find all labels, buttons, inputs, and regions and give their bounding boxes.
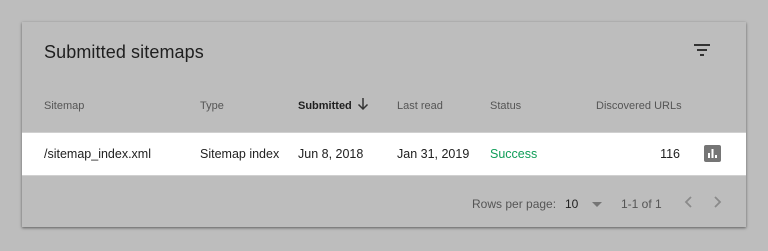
bar-chart-icon[interactable]	[704, 145, 721, 162]
rows-per-page-value: 10	[565, 197, 579, 211]
filter-icon	[694, 44, 710, 56]
card-title: Submitted sitemaps	[44, 42, 204, 62]
arrow-down-icon[interactable]	[356, 96, 370, 112]
chevron-down-icon	[592, 202, 602, 207]
column-header-last-read[interactable]: Last read	[397, 100, 443, 112]
column-header-submitted[interactable]: Submitted	[298, 100, 352, 112]
chevron-right-icon[interactable]	[709, 193, 725, 211]
rows-per-page-label: Rows per page:	[472, 197, 557, 211]
column-header-type[interactable]: Type	[200, 100, 224, 112]
pagination-range: 1-1 of 1	[621, 197, 662, 211]
column-header-discovered-urls[interactable]: Discovered URLs	[596, 100, 682, 112]
cell-type: Sitemap index	[200, 147, 280, 161]
cell-last-read: Jan 31, 2019	[397, 147, 470, 161]
column-header-status[interactable]: Status	[490, 100, 521, 112]
table-row[interactable]: /sitemap_index.xml Sitemap index Jun 8, …	[22, 132, 746, 176]
filter-button[interactable]	[690, 38, 714, 62]
cell-discovered-urls: 116	[660, 147, 680, 161]
cell-status: Success	[490, 147, 538, 161]
cell-submitted: Jun 8, 2018	[298, 147, 364, 161]
cell-sitemap: /sitemap_index.xml	[44, 147, 151, 161]
submitted-sitemaps-card: Submitted sitemaps Sitemap Type Submitte…	[22, 22, 746, 227]
column-header-sitemap[interactable]: Sitemap	[44, 100, 84, 112]
chevron-left-icon[interactable]	[681, 193, 697, 211]
